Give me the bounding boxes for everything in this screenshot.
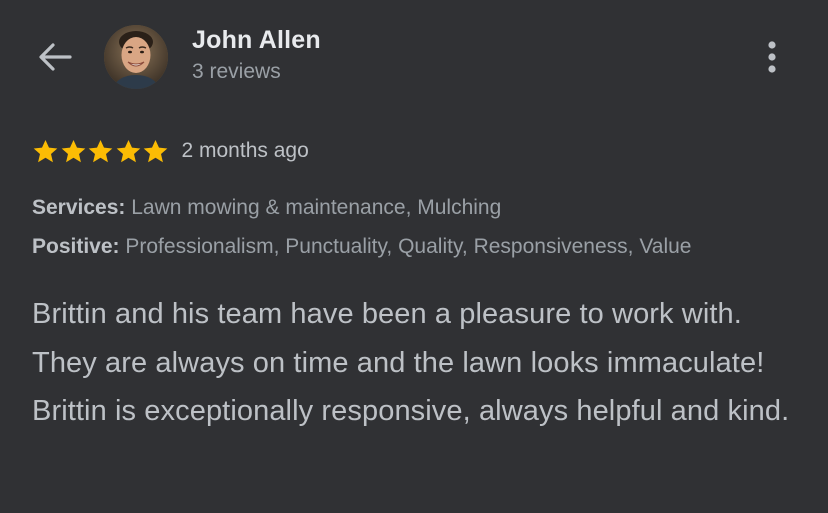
more-options-button[interactable] bbox=[756, 36, 788, 78]
review-text: Brittin and his team have been a pleasur… bbox=[32, 298, 790, 427]
services-label: Services: bbox=[32, 196, 126, 219]
reviewer-photo bbox=[104, 25, 168, 89]
star-icon bbox=[33, 139, 58, 162]
reviewer-review-count: 3 reviews bbox=[192, 60, 281, 83]
star-icon bbox=[143, 139, 168, 162]
positive-attribute: Positive: Professionalism, Punctuality, … bbox=[32, 235, 691, 259]
star-icon bbox=[61, 139, 85, 162]
review-time: 2 months ago bbox=[181, 139, 309, 162]
positive-value: Professionalism, Punctuality, Quality, R… bbox=[125, 235, 692, 258]
more-vertical-icon bbox=[768, 41, 776, 73]
star-rating bbox=[32, 138, 170, 165]
arrow-left-icon bbox=[39, 43, 72, 71]
star-icon bbox=[116, 139, 140, 162]
reviewer-name[interactable]: John Allen bbox=[192, 26, 321, 55]
positive-label: Positive: bbox=[32, 235, 120, 258]
review-header: John Allen 3 reviews bbox=[0, 0, 828, 110]
services-attribute: Services: Lawn mowing & maintenance, Mul… bbox=[32, 196, 501, 220]
services-value: Lawn mowing & maintenance, Mulching bbox=[131, 196, 502, 219]
star-icon bbox=[88, 139, 113, 162]
avatar[interactable] bbox=[104, 25, 168, 89]
back-button[interactable] bbox=[32, 36, 78, 78]
rating-row: 2 months ago bbox=[32, 134, 309, 168]
